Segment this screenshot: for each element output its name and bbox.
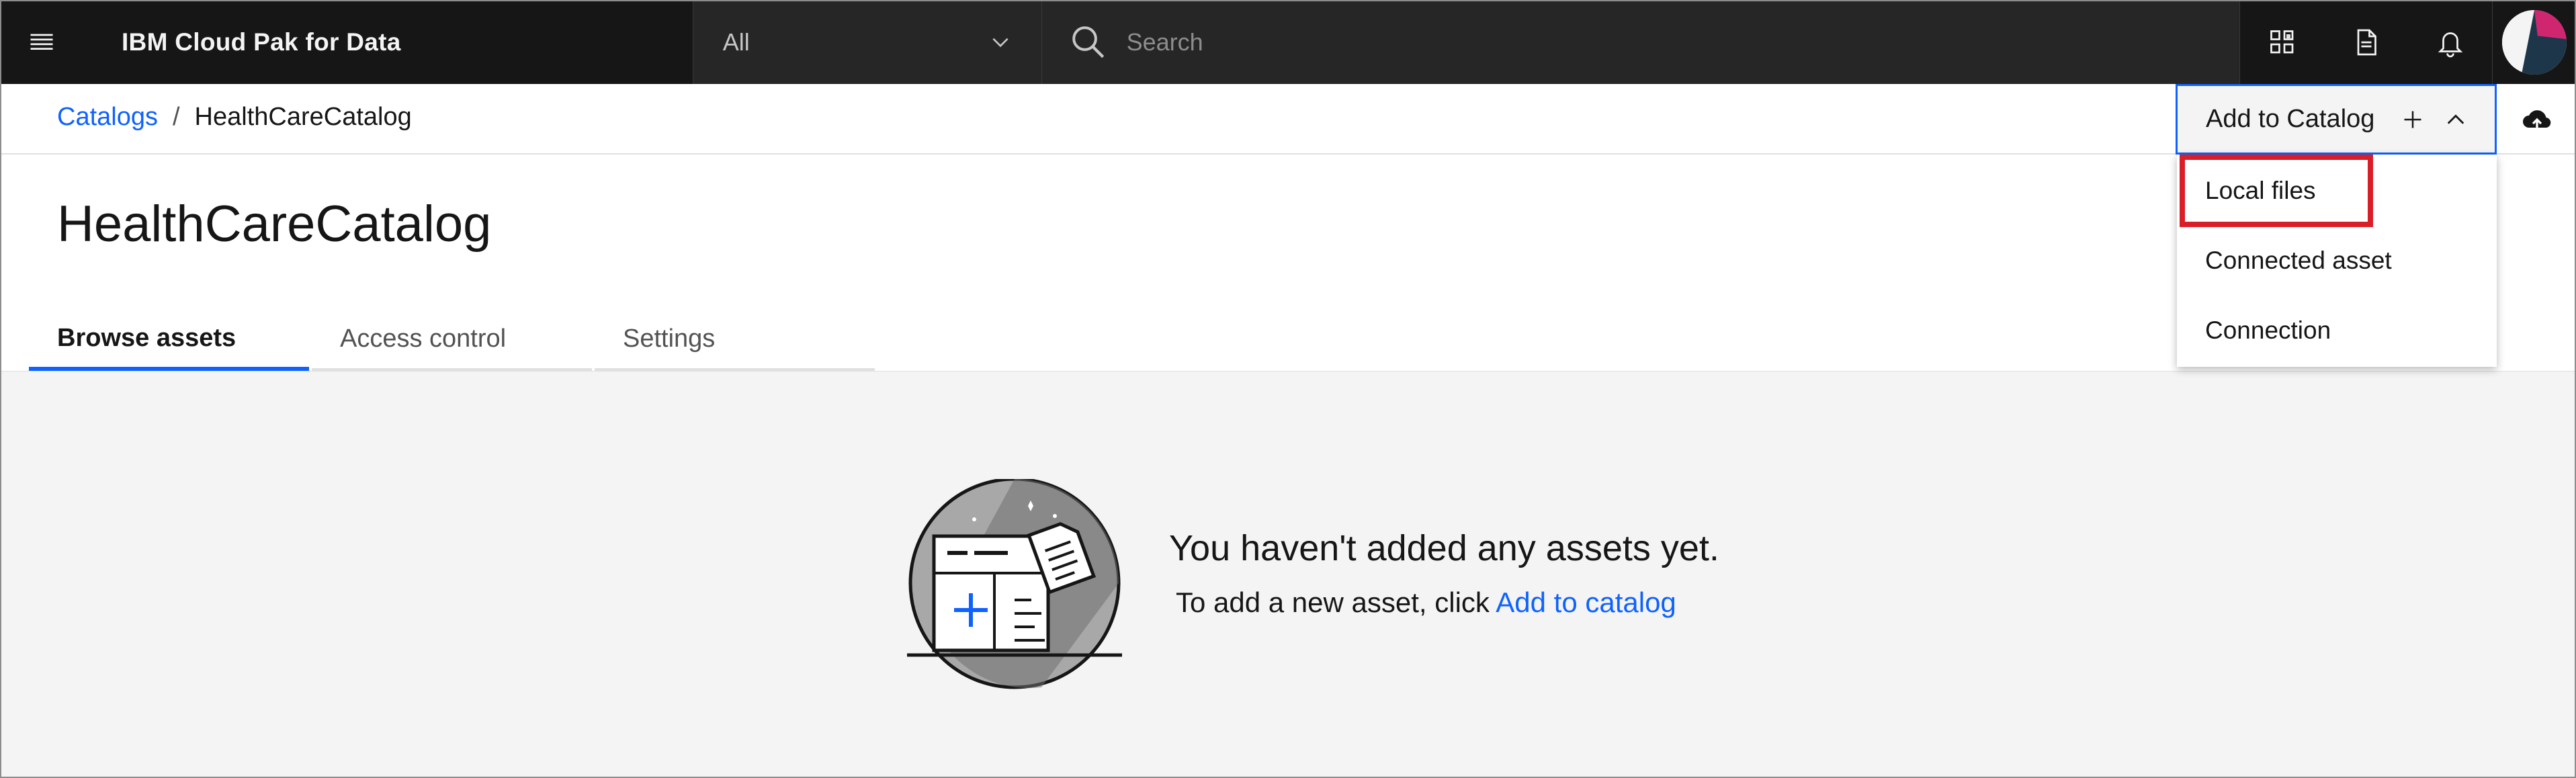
top-header: IBM Cloud Pak for Data All <box>0 0 2576 84</box>
empty-state-subtitle: To add a new asset, click Add to catalog <box>1176 587 1676 619</box>
scope-select[interactable]: All <box>692 0 1042 84</box>
tab-browse-assets[interactable]: Browse assets <box>29 309 309 371</box>
breadcrumb-separator: / <box>172 103 180 131</box>
tab-access-control[interactable]: Access control <box>312 309 592 371</box>
menu-item-connection[interactable]: Connection <box>2177 297 2497 364</box>
breadcrumb-link-catalogs[interactable]: Catalogs <box>57 103 158 132</box>
empty-state-subtitle-text: To add a new asset, click <box>1176 587 1490 618</box>
tab-settings[interactable]: Settings <box>595 309 875 371</box>
chevron-up-icon <box>2447 114 2464 124</box>
avatar <box>2502 9 2567 75</box>
notification-bell-icon[interactable] <box>2408 0 2492 84</box>
search-input[interactable] <box>1126 28 2135 56</box>
assets-content-area: You haven't added any assets yet. To add… <box>0 371 2576 778</box>
catalog-grid-icon[interactable] <box>2240 0 2324 84</box>
scope-select-value: All <box>722 28 750 56</box>
add-to-catalog-button[interactable]: Add to Catalog <box>2176 84 2497 155</box>
search-bar[interactable] <box>1041 0 2240 84</box>
document-icon[interactable] <box>2324 0 2408 84</box>
user-avatar[interactable] <box>2492 0 2576 84</box>
cloud-upload-icon[interactable] <box>2521 103 2553 136</box>
hamburger-menu-icon[interactable] <box>0 0 84 84</box>
tab-list: Browse assets Access control Settings <box>29 309 877 371</box>
plus-icon <box>2404 111 2421 128</box>
chevron-down-icon <box>992 38 1008 47</box>
add-to-catalog-label: Add to Catalog <box>2206 105 2375 133</box>
app-title[interactable]: IBM Cloud Pak for Data <box>84 0 693 84</box>
empty-assets-illustration <box>907 479 1122 689</box>
page-title: HealthCareCatalog <box>57 196 492 253</box>
breadcrumb-current: HealthCareCatalog <box>194 103 412 131</box>
add-to-catalog-link[interactable]: Add to catalog <box>1496 587 1676 618</box>
menu-item-connected-asset[interactable]: Connected asset <box>2177 227 2497 294</box>
menu-item-local-files[interactable]: Local files <box>2180 155 2373 227</box>
search-icon <box>1072 26 1104 58</box>
add-to-catalog-menu: Local files Connected asset Connection <box>2177 155 2497 367</box>
header-actions <box>2239 0 2492 84</box>
empty-state-title: You haven't added any assets yet. <box>1169 528 1719 568</box>
breadcrumb: Catalogs / HealthCareCatalog <box>57 103 412 132</box>
